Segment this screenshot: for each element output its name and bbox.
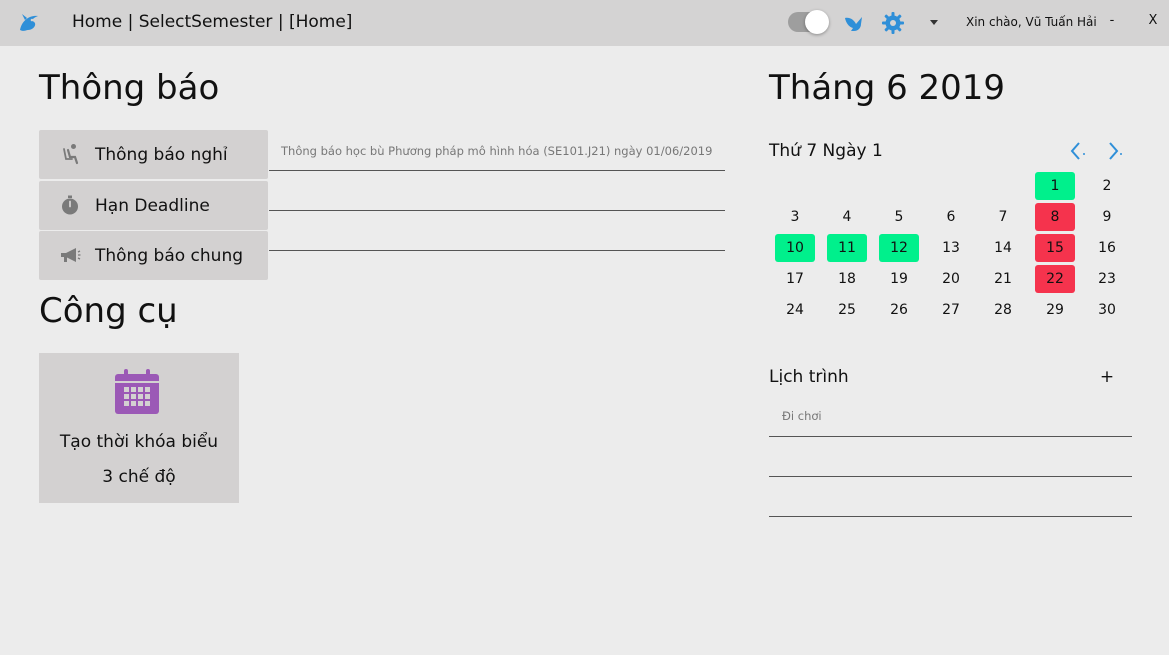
calendar-day-4[interactable]: 4 bbox=[827, 203, 867, 231]
calendar-day-14[interactable]: 14 bbox=[983, 234, 1023, 262]
stopwatch-icon bbox=[62, 195, 78, 215]
calendar-day-23[interactable]: 23 bbox=[1087, 265, 1127, 293]
title-bar: Home | SelectSemester | [Home] Xin chào,… bbox=[0, 0, 1169, 46]
notice-tab-label: Thông báo chung bbox=[95, 246, 244, 266]
calendar-day-18[interactable]: 18 bbox=[827, 265, 867, 293]
calendar-day-5[interactable]: 5 bbox=[879, 203, 919, 231]
tool-card-title: Tạo thời khóa biểu bbox=[59, 432, 219, 452]
theme-toggle[interactable] bbox=[788, 10, 829, 34]
minimize-button[interactable]: - bbox=[1102, 13, 1122, 28]
calendar-day-7[interactable]: 7 bbox=[983, 203, 1023, 231]
notifications-title: Thông báo bbox=[39, 68, 220, 108]
add-schedule-button[interactable]: + bbox=[1099, 367, 1115, 387]
calendar-day-24[interactable]: 24 bbox=[775, 296, 815, 324]
calendar-day-27[interactable]: 27 bbox=[931, 296, 971, 324]
megaphone-icon bbox=[61, 248, 81, 262]
calendar-day-11[interactable]: 11 bbox=[827, 234, 867, 262]
schedule-divider bbox=[769, 516, 1132, 517]
user-greeting: Xin chào, Vũ Tuấn Hải bbox=[966, 15, 1097, 29]
tools-title: Công cụ bbox=[39, 291, 178, 331]
dragon-logo-icon bbox=[20, 14, 38, 31]
notice-divider bbox=[269, 210, 725, 211]
calendar-day-22[interactable]: 22 bbox=[1035, 265, 1075, 293]
schedule-title: Lịch trình bbox=[769, 367, 849, 387]
calendar-day-26[interactable]: 26 bbox=[879, 296, 919, 324]
gear-icon[interactable] bbox=[881, 11, 905, 35]
calendar-day-1[interactable]: 1 bbox=[1035, 172, 1075, 200]
chevron-right-icon[interactable] bbox=[1104, 140, 1126, 162]
notice-tab-label: Thông báo nghỉ bbox=[95, 145, 228, 165]
toggle-knob bbox=[805, 10, 829, 34]
create-timetable-card[interactable]: Tạo thời khóa biểu 3 chế độ bbox=[39, 353, 239, 503]
tool-card-subtitle: 3 chế độ bbox=[102, 467, 176, 487]
schedule-entry[interactable]: Đi chơi bbox=[782, 409, 822, 423]
calendar-day-20[interactable]: 20 bbox=[931, 265, 971, 293]
notice-divider bbox=[269, 170, 725, 171]
calendar-day-6[interactable]: 6 bbox=[931, 203, 971, 231]
calendar-day-12[interactable]: 12 bbox=[879, 234, 919, 262]
calendar-day-13[interactable]: 13 bbox=[931, 234, 971, 262]
calendar-day-28[interactable]: 28 bbox=[983, 296, 1023, 324]
calendar-day-3[interactable]: 3 bbox=[775, 203, 815, 231]
bird-icon[interactable] bbox=[842, 11, 866, 35]
calendar-day-30[interactable]: 30 bbox=[1087, 296, 1127, 324]
chair-person-icon bbox=[63, 144, 79, 165]
schedule-divider bbox=[769, 436, 1132, 437]
calendar-month-title: Tháng 6 2019 bbox=[769, 68, 1006, 108]
calendar-day-19[interactable]: 19 bbox=[879, 265, 919, 293]
calendar-day-29[interactable]: 29 bbox=[1035, 296, 1075, 324]
calendar-day-17[interactable]: 17 bbox=[775, 265, 815, 293]
chevron-left-icon[interactable] bbox=[1066, 140, 1088, 162]
close-button[interactable]: X bbox=[1143, 13, 1163, 28]
calendar-icon bbox=[115, 369, 159, 414]
calendar-day-2[interactable]: 2 bbox=[1087, 172, 1127, 200]
calendar-day-8[interactable]: 8 bbox=[1035, 203, 1075, 231]
notice-divider bbox=[269, 250, 725, 251]
notice-tab-label: Hạn Deadline bbox=[95, 196, 210, 216]
calendar-day-16[interactable]: 16 bbox=[1087, 234, 1127, 262]
calendar-day-15[interactable]: 15 bbox=[1035, 234, 1075, 262]
calendar-day-10[interactable]: 10 bbox=[775, 234, 815, 262]
calendar-day-25[interactable]: 25 bbox=[827, 296, 867, 324]
calendar-day-9[interactable]: 9 bbox=[1087, 203, 1127, 231]
chevron-down-icon[interactable] bbox=[930, 20, 938, 25]
notice-entry[interactable]: Thông báo học bù Phương pháp mô hình hóa… bbox=[281, 144, 712, 158]
notice-tab-leave[interactable]: Thông báo nghỉ bbox=[39, 130, 268, 179]
window-title: Home | SelectSemester | [Home] bbox=[72, 12, 353, 32]
notice-tab-general[interactable]: Thông báo chung bbox=[39, 231, 268, 280]
schedule-divider bbox=[769, 476, 1132, 477]
notice-tab-deadline[interactable]: Hạn Deadline bbox=[39, 181, 268, 230]
calendar-day-21[interactable]: 21 bbox=[983, 265, 1023, 293]
selected-day-label: Thứ 7 Ngày 1 bbox=[769, 141, 883, 161]
